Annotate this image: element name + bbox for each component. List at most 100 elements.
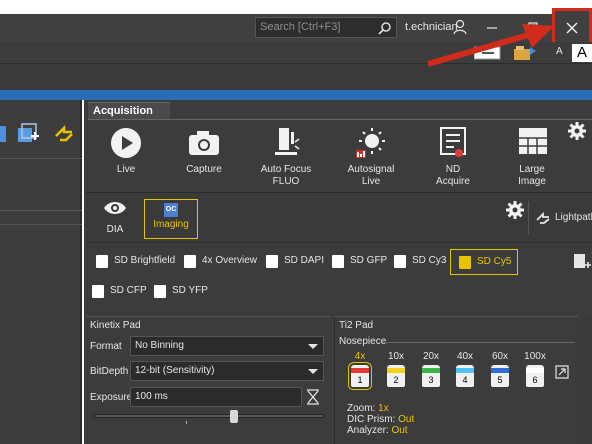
workspace-header-bar — [0, 90, 592, 100]
objective-1[interactable]: 4x 1 — [345, 351, 375, 391]
nosepiece-divider — [383, 342, 575, 343]
objective-band — [526, 368, 544, 373]
format-select[interactable]: No Binning — [130, 336, 324, 356]
kinetix-pad-title: Kinetix Pad — [90, 320, 141, 331]
search-input[interactable]: Search [Ctrl+F3] — [255, 17, 397, 38]
stack-add-icon[interactable] — [16, 122, 40, 146]
objective-icon: 1 — [348, 362, 372, 390]
autosignal-button[interactable]: Autosignal Live — [331, 126, 411, 192]
analyzer-label: Analyzer: — [347, 425, 389, 436]
zoom-label: Zoom: — [347, 403, 376, 414]
toolbar-folder-icons[interactable] — [474, 44, 544, 62]
live-button[interactable]: Live — [86, 126, 166, 192]
preset-swatch — [96, 255, 108, 268]
chevron-down-icon — [308, 344, 318, 349]
preset-swatch — [266, 255, 278, 268]
objective-icon: 2 — [387, 365, 405, 387]
autosignal-label: Autosignal Live — [347, 164, 395, 187]
exposure-input[interactable]: 100 ms — [130, 387, 302, 407]
exposure-slider-thumb[interactable] — [230, 410, 238, 423]
preset-sd-gfp[interactable]: SD GFP — [324, 249, 393, 275]
optical-config-bar: DIA OC Imaging Lightpath — [86, 192, 592, 242]
objective-icon: 4 — [456, 365, 474, 387]
preset-4x-overview[interactable]: 4x Overview — [176, 249, 263, 275]
lightpath-button[interactable]: Lightpath — [528, 201, 592, 235]
preset-swatch — [184, 255, 196, 268]
preset-sd-brightfield[interactable]: SD Brightfield — [88, 249, 181, 275]
imaging-button[interactable]: OC Imaging — [144, 199, 198, 239]
minimize-button[interactable] — [472, 14, 512, 42]
large-image-button[interactable]: Large Image — [492, 126, 572, 192]
search-icon[interactable] — [378, 21, 392, 35]
kinetix-pad: Kinetix Pad Format No Binning BitDepth 1… — [86, 316, 330, 444]
dia-button[interactable]: DIA — [88, 199, 142, 239]
large-image-icon — [519, 128, 547, 154]
expand-icon[interactable] — [555, 365, 569, 379]
capture-button[interactable]: Capture — [164, 126, 244, 192]
preset-label: SD YFP — [172, 285, 208, 296]
objective-mag: 100x — [524, 351, 546, 362]
font-larger-button[interactable]: A — [572, 44, 592, 62]
add-preset-icon[interactable] — [572, 251, 592, 271]
ti2-pad: Ti2 Pad Nosepiece 4x 1 10x 2 20x 3 40x 4… — [334, 316, 578, 444]
camera-icon — [189, 131, 219, 155]
exposure-slider-track[interactable] — [94, 414, 324, 418]
objective-5[interactable]: 60x 5 — [485, 351, 515, 391]
preset-swatch — [92, 285, 104, 298]
acquisition-tab[interactable]: Acquisition — [88, 102, 170, 119]
restore-icon — [526, 22, 538, 34]
gear-icon[interactable] — [568, 122, 586, 140]
objective-2[interactable]: 10x 2 — [381, 351, 411, 391]
autofocus-icon — [275, 128, 300, 155]
analyzer-info: Analyzer: Out — [347, 425, 408, 437]
preset-sd-dapi[interactable]: SD DAPI — [258, 249, 330, 275]
preset-label: SD Brightfield — [114, 255, 176, 266]
dic-value: Out — [398, 414, 415, 425]
left-panel-divider — [0, 224, 82, 225]
search-placeholder: Search [Ctrl+F3] — [260, 21, 341, 33]
preset-label: SD CFP — [110, 285, 147, 296]
preset-sd-cy3[interactable]: SD Cy3 — [386, 249, 452, 275]
objective-num: 1 — [357, 375, 363, 385]
objective-6[interactable]: 100x 6 — [520, 351, 550, 391]
objective-4[interactable]: 40x 4 — [450, 351, 480, 391]
switch-icon[interactable] — [52, 122, 76, 146]
play-icon — [111, 128, 141, 158]
objective-band — [351, 368, 369, 373]
autofocus-button[interactable]: Auto Focus FLUO — [246, 126, 326, 192]
ti2-pad-title: Ti2 Pad — [339, 320, 374, 331]
preset-sd-cy5[interactable]: SD Cy5 — [450, 249, 519, 275]
preset-swatch — [459, 256, 471, 269]
user-icon[interactable] — [452, 19, 468, 35]
objective-band — [491, 368, 509, 373]
objective-mag: 40x — [456, 351, 474, 362]
preset-sd-cfp[interactable]: SD CFP — [84, 279, 153, 305]
preset-swatch — [154, 285, 166, 298]
font-smaller-button[interactable]: A — [556, 46, 563, 57]
left-panel-divider — [0, 210, 82, 211]
objective-3[interactable]: 20x 3 — [416, 351, 446, 391]
oc-badge-icon: OC — [164, 203, 178, 217]
user-name[interactable]: t.echnician — [405, 21, 458, 33]
nd-acquire-button[interactable]: ND Acquire — [413, 126, 493, 192]
bitdepth-select[interactable]: 12-bit (Sensitivity) — [130, 361, 324, 381]
imaging-label: Imaging — [153, 219, 189, 230]
objective-num: 5 — [497, 375, 503, 385]
grid-view-icon[interactable] — [0, 124, 8, 144]
objective-icon: 3 — [422, 365, 440, 387]
objective-num: 6 — [532, 375, 538, 385]
bitdepth-label: BitDepth — [90, 366, 129, 377]
objective-mag: 60x — [491, 351, 509, 362]
nd-acquire-icon — [440, 127, 466, 157]
quick-toolbar — [0, 42, 592, 64]
exposure-label: Exposure — [90, 392, 133, 403]
preset-swatch — [394, 255, 406, 268]
objective-icon: 6 — [526, 365, 544, 387]
restore-button[interactable] — [512, 14, 552, 42]
preset-sd-yfp[interactable]: SD YFP — [146, 279, 214, 305]
gear-icon[interactable] — [506, 201, 524, 219]
zoom-value: 1x — [378, 403, 389, 414]
close-icon — [566, 22, 578, 34]
nd-acquire-label: ND Acquire — [436, 164, 470, 187]
auto-exposure-icon[interactable] — [306, 389, 320, 405]
